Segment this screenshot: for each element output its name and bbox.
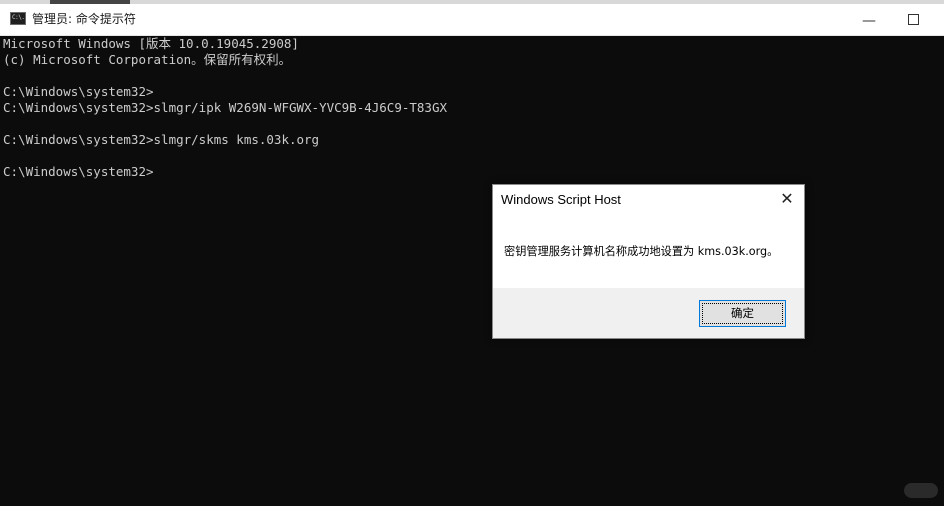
maximize-icon	[907, 14, 919, 25]
console-line: C:\Windows\system32>slmgr/skms kms.03k.o…	[3, 132, 320, 147]
title-bar[interactable]: C:\. 管理员: 命令提示符 —	[0, 4, 944, 36]
close-icon: ✕	[780, 189, 794, 208]
dialog-close-button[interactable]: ✕	[776, 188, 798, 210]
console-line: (c) Microsoft Corporation。保留所有权利。	[3, 52, 292, 67]
console-line: C:\Windows\system32>	[3, 164, 154, 179]
cmd-icon: C:\.	[10, 12, 26, 25]
dialog-message: 密钥管理服务计算机名称成功地设置为 kms.03k.org。	[504, 245, 779, 258]
console-line: Microsoft Windows [版本 10.0.19045.2908]	[3, 36, 299, 51]
dialog-title: Windows Script Host	[501, 192, 621, 207]
minimize-button[interactable]: —	[846, 8, 892, 34]
console-line: C:\Windows\system32>	[3, 84, 154, 99]
maximize-button[interactable]	[890, 8, 936, 34]
watermark-badge	[904, 483, 938, 498]
window-title: 管理员: 命令提示符	[32, 12, 136, 26]
console-line: C:\Windows\system32>slmgr/ipk W269N-WFGW…	[3, 100, 448, 115]
cmd-window: C:\. 管理员: 命令提示符 — Microsoft Windows [版本 …	[0, 0, 944, 506]
ok-button[interactable]: 确定	[699, 300, 786, 327]
script-host-dialog: Windows Script Host ✕ 密钥管理服务计算机名称成功地设置为 …	[492, 184, 805, 339]
console-scroll-area	[938, 36, 944, 506]
minimize-icon: —	[862, 13, 876, 29]
dialog-footer: 确定	[493, 288, 804, 338]
